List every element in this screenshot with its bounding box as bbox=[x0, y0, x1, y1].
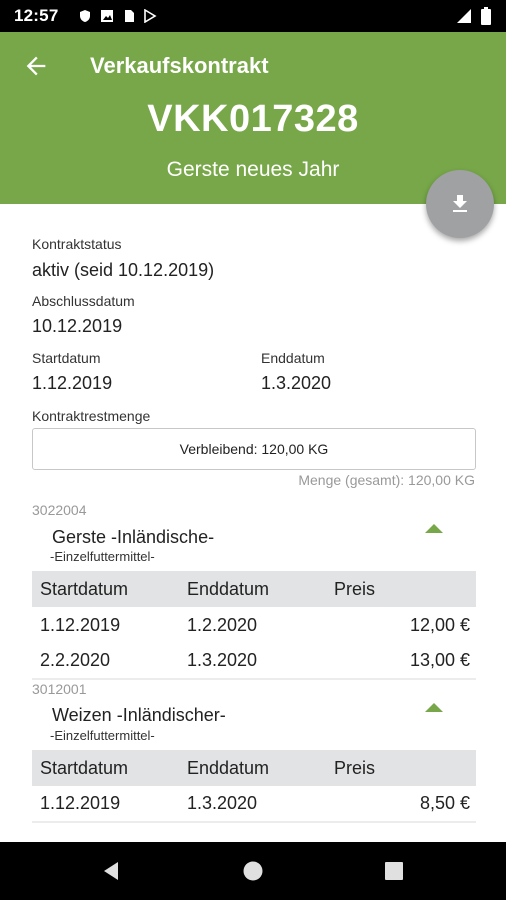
caret-up-icon[interactable] bbox=[425, 703, 443, 712]
product-category: -Einzelfuttermittel- bbox=[50, 549, 155, 564]
status-label: Kontraktstatus bbox=[32, 236, 122, 252]
download-button[interactable] bbox=[426, 170, 494, 238]
closing-date-label: Abschlussdatum bbox=[32, 293, 135, 309]
app-header: Verkaufskontrakt VKK017328 Gerste neues … bbox=[0, 32, 506, 204]
contract-number: VKK017328 bbox=[147, 98, 359, 140]
nav-recents-icon[interactable] bbox=[383, 860, 405, 882]
column-header-start: Startdatum bbox=[40, 758, 129, 778]
row-price: 13,00 € bbox=[409, 650, 470, 670]
status-value: aktiv (seid 10.12.2019) bbox=[32, 260, 215, 280]
system-nav-bar bbox=[0, 842, 506, 900]
price-table-header: Startdatum Enddatum Preis bbox=[32, 571, 476, 607]
shield-icon bbox=[80, 10, 90, 22]
column-header-end: Enddatum bbox=[187, 579, 270, 599]
table-row: 1.12.2019 1.2.2020 12,00 € bbox=[32, 607, 476, 643]
product-code: 3012001 bbox=[32, 681, 87, 697]
row-start-date: 2.2.2020 bbox=[40, 650, 111, 670]
product-name: Gerste -Inländische- bbox=[52, 527, 215, 547]
remaining-quantity-box: Verbleibend: 120,00 KG bbox=[32, 428, 476, 470]
contract-subtitle: Gerste neues Jahr bbox=[166, 158, 340, 181]
row-end-date: 1.3.2020 bbox=[187, 650, 258, 670]
signal-icon bbox=[457, 9, 471, 23]
row-start-date: 1.12.2019 bbox=[40, 615, 121, 635]
product-name: Weizen -Inländischer- bbox=[52, 705, 226, 725]
status-bar: 12:57 bbox=[0, 0, 506, 32]
page-title: Verkaufskontrakt bbox=[90, 53, 269, 78]
price-table-header: Startdatum Enddatum Preis bbox=[32, 750, 476, 786]
divider bbox=[32, 821, 476, 823]
row-end-date: 1.2.2020 bbox=[187, 615, 258, 635]
table-row: 2.2.2020 1.3.2020 13,00 € bbox=[32, 642, 476, 678]
row-price: 12,00 € bbox=[409, 615, 470, 635]
start-date-value: 1.12.2019 bbox=[32, 373, 113, 393]
closing-date-value: 10.12.2019 bbox=[32, 316, 123, 336]
column-header-price: Preis bbox=[334, 579, 376, 599]
row-start-date: 1.12.2019 bbox=[40, 793, 121, 813]
total-quantity: Menge (gesamt): 120,00 KG bbox=[298, 472, 475, 488]
column-header-start: Startdatum bbox=[40, 579, 129, 599]
arrow-back-icon[interactable] bbox=[22, 52, 50, 80]
product-category: -Einzelfuttermittel- bbox=[50, 728, 155, 743]
column-header-end: Enddatum bbox=[187, 758, 270, 778]
play-store-icon bbox=[144, 9, 157, 23]
caret-up-icon[interactable] bbox=[425, 524, 443, 533]
divider bbox=[32, 678, 476, 680]
column-header-price: Preis bbox=[334, 758, 376, 778]
status-time: 12:57 bbox=[14, 6, 59, 25]
table-row: 1.12.2019 1.3.2020 8,50 € bbox=[32, 785, 476, 821]
product-code: 3022004 bbox=[32, 502, 87, 518]
remaining-quantity-label: Kontraktrestmenge bbox=[32, 408, 151, 424]
nav-back-icon[interactable] bbox=[100, 860, 122, 882]
row-end-date: 1.3.2020 bbox=[187, 793, 258, 813]
end-date-label: Enddatum bbox=[261, 350, 325, 366]
row-price: 8,50 € bbox=[419, 793, 470, 813]
nav-home-icon[interactable] bbox=[242, 860, 264, 882]
end-date-value: 1.3.2020 bbox=[261, 373, 332, 393]
start-date-label: Startdatum bbox=[32, 350, 101, 366]
download-icon bbox=[453, 195, 467, 212]
photo-icon bbox=[101, 10, 113, 22]
sim-card-icon bbox=[125, 10, 134, 22]
battery-icon bbox=[481, 7, 491, 25]
